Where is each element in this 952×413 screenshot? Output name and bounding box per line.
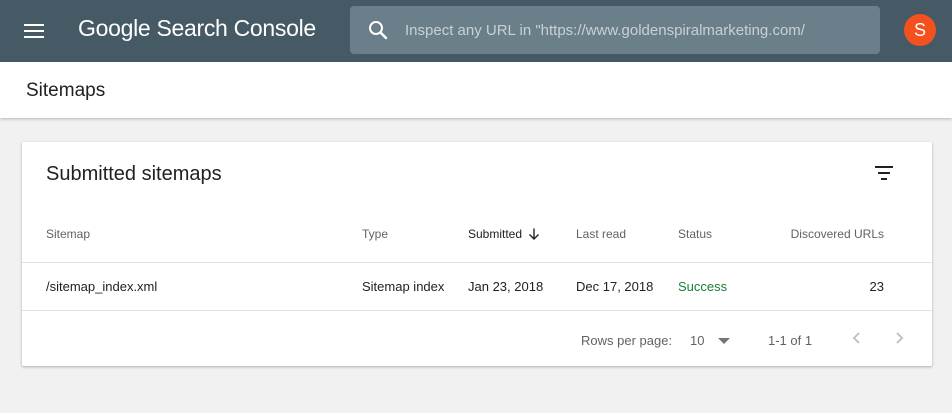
arrow-down-icon <box>529 228 540 240</box>
account-avatar[interactable]: S <box>904 14 936 46</box>
page-header: Sitemaps <box>0 62 952 118</box>
column-header-sitemap[interactable]: Sitemap <box>46 227 90 241</box>
filter-button[interactable] <box>870 159 898 187</box>
previous-page-button[interactable] <box>844 326 868 350</box>
rows-per-page-label: Rows per page: <box>581 333 673 348</box>
url-inspection-search <box>350 6 880 54</box>
last-read-cell: Dec 17, 2018 <box>576 279 654 294</box>
pagination-range: 1-1 of 1 <box>768 333 813 348</box>
search-icon[interactable] <box>366 18 390 42</box>
discovered-urls-cell: 23 <box>869 279 884 294</box>
next-page-button[interactable] <box>888 326 912 350</box>
column-header-discovered-urls[interactable]: Discovered URLs <box>791 227 884 241</box>
page-title: Sitemaps <box>26 80 106 101</box>
app-logo[interactable]: Google Search Console <box>78 15 316 42</box>
type-cell: Sitemap index <box>362 279 445 294</box>
column-header-status[interactable]: Status <box>678 227 712 241</box>
submitted-cell: Jan 23, 2018 <box>468 279 544 294</box>
sitemap-path-cell[interactable]: /sitemap_index.xml <box>46 279 157 294</box>
filter-list-icon <box>875 166 893 180</box>
submitted-sitemaps-card: Submitted sitemaps Sitemap Type Submitte… <box>22 142 932 366</box>
chevron-right-icon <box>896 332 904 344</box>
column-header-submitted-label: Submitted <box>468 227 523 241</box>
chevron-left-icon <box>852 332 860 344</box>
column-header-type[interactable]: Type <box>362 227 388 241</box>
menu-button[interactable] <box>14 11 54 51</box>
hamburger-menu-icon <box>24 24 44 38</box>
rows-per-page-value: 10 <box>690 333 705 348</box>
column-header-submitted[interactable]: Submitted <box>468 227 540 241</box>
rows-per-page-select[interactable]: 10 <box>690 328 734 352</box>
dropdown-arrow-icon <box>718 338 730 344</box>
top-app-bar: Google Search Console S <box>0 0 952 62</box>
card-title: Submitted sitemaps <box>46 163 222 185</box>
row-divider <box>22 310 932 311</box>
column-header-last-read[interactable]: Last read <box>576 227 626 241</box>
status-cell: Success <box>678 279 728 294</box>
url-inspection-input[interactable] <box>405 6 870 54</box>
